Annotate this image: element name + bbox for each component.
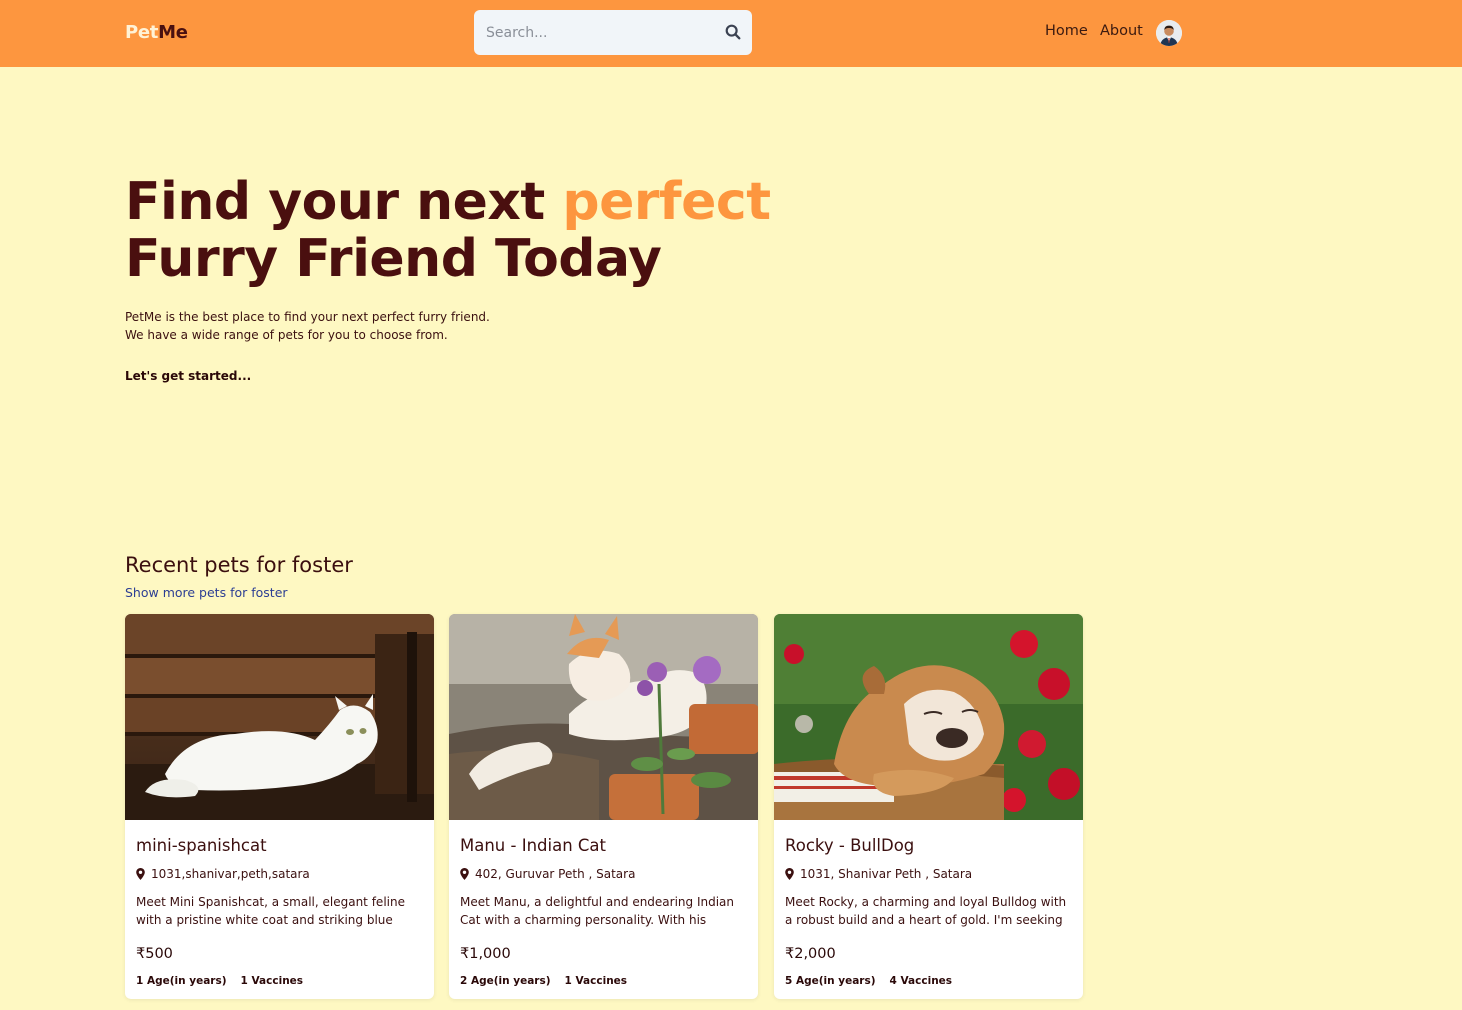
nav-home-link[interactable]: Home	[1045, 23, 1088, 39]
get-started-text: Let's get started...	[125, 369, 252, 383]
logo-pet: Pet	[125, 22, 159, 43]
pet-card[interactable]: Rocky - BullDog 1031, Shanivar Peth , Sa…	[774, 614, 1083, 999]
pet-description: Meet Rocky, a charming and loyal Bulldog…	[785, 895, 1067, 927]
pet-image	[774, 614, 1083, 820]
pet-meta: 1 Age(in years) 1 Vaccines	[136, 975, 317, 987]
pet-price: ₹500	[136, 946, 173, 962]
section-title: Recent pets for foster	[125, 553, 353, 577]
pet-name: mini-spanishcat	[136, 836, 267, 855]
search-box	[474, 10, 752, 55]
search-icon[interactable]	[724, 23, 742, 41]
user-avatar[interactable]	[1156, 20, 1182, 46]
pet-vaccines: 1 Vaccines	[564, 975, 628, 987]
hero-desc-line2: We have a wide range of pets for you to …	[125, 328, 448, 342]
pet-vaccines: 1 Vaccines	[240, 975, 304, 987]
pet-name: Manu - Indian Cat	[460, 836, 607, 855]
pet-vaccines: 4 Vaccines	[889, 975, 953, 987]
hero-description: PetMe is the best place to find your nex…	[125, 308, 490, 344]
pet-image	[125, 614, 434, 820]
pet-card[interactable]: Manu - Indian Cat 402, Guruvar Peth , Sa…	[449, 614, 758, 999]
logo[interactable]: PetMe	[125, 22, 188, 43]
pet-location: 1031, Shanivar Peth , Satara	[785, 867, 972, 881]
nav-about-link[interactable]: About	[1100, 23, 1143, 39]
show-more-link[interactable]: Show more pets for foster	[125, 585, 288, 600]
pet-location-text: 1031, Shanivar Peth , Satara	[800, 867, 973, 881]
map-pin-icon	[136, 868, 145, 880]
hero-title-start: Find your next	[125, 172, 563, 232]
pet-age: 2 Age(in years)	[460, 975, 551, 987]
navbar: PetMe Home About	[0, 0, 1462, 67]
pet-location: 402, Guruvar Peth , Satara	[460, 867, 635, 881]
pet-card[interactable]: mini-spanishcat 1031,shanivar,peth,satar…	[125, 614, 434, 999]
pet-age: 1 Age(in years)	[136, 975, 227, 987]
pet-price: ₹1,000	[460, 946, 511, 962]
logo-me: Me	[158, 22, 188, 43]
pet-price: ₹2,000	[785, 946, 836, 962]
pet-description: Meet Mini Spanishcat, a small, elegant f…	[136, 895, 405, 927]
search-input[interactable]	[474, 10, 714, 55]
pet-age: 5 Age(in years)	[785, 975, 876, 987]
hero-title-line2: Furry Friend Today	[125, 229, 662, 289]
hero-title-accent: perfect	[562, 172, 771, 232]
pet-meta: 5 Age(in years) 4 Vaccines	[785, 975, 966, 987]
avatar-icon	[1156, 20, 1182, 46]
pet-image	[449, 614, 758, 820]
map-pin-icon	[785, 868, 794, 880]
pet-location-text: 402, Guruvar Peth , Satara	[475, 867, 636, 881]
pet-name: Rocky - BullDog	[785, 836, 915, 855]
map-pin-icon	[460, 868, 469, 880]
pet-location: 1031,shanivar,peth,satara	[136, 867, 310, 881]
pet-meta: 2 Age(in years) 1 Vaccines	[460, 975, 641, 987]
hero-title: Find your next perfect Furry Friend Toda…	[125, 174, 771, 288]
pet-description: Meet Manu, a delightful and endearing In…	[460, 895, 735, 927]
hero-desc-line1: PetMe is the best place to find your nex…	[125, 310, 490, 324]
pet-location-text: 1031,shanivar,peth,satara	[151, 867, 310, 881]
